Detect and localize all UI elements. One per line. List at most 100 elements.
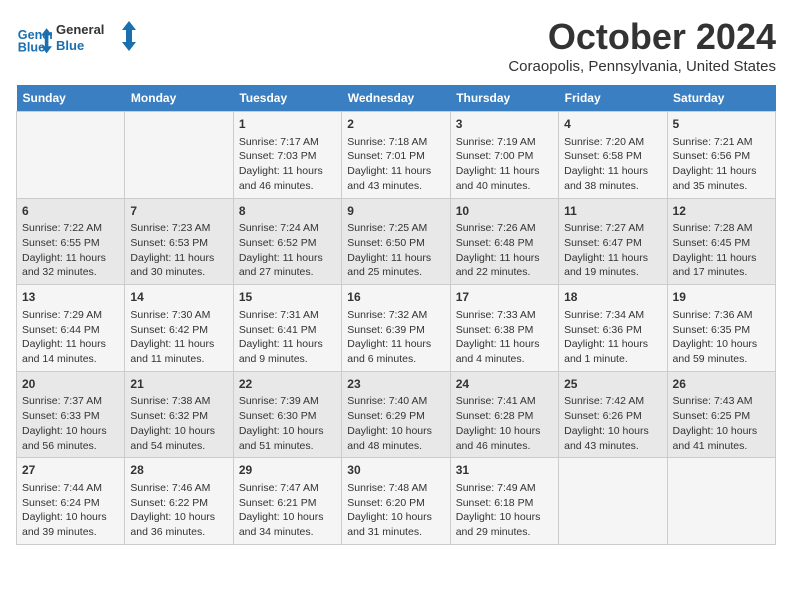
- day-info: Sunset: 6:20 PM: [347, 496, 444, 511]
- day-info: Sunrise: 7:30 AM: [130, 308, 227, 323]
- day-info: Sunset: 6:36 PM: [564, 323, 661, 338]
- calendar-cell: 26Sunrise: 7:43 AMSunset: 6:25 PMDayligh…: [667, 371, 775, 458]
- day-info: Sunset: 6:25 PM: [673, 409, 770, 424]
- calendar-cell: 30Sunrise: 7:48 AMSunset: 6:20 PMDayligh…: [342, 458, 450, 545]
- page-header: General Blue General Blue October 2024 C…: [16, 16, 776, 75]
- day-info: Daylight: 10 hours and 48 minutes.: [347, 424, 444, 453]
- day-info: Sunset: 6:38 PM: [456, 323, 553, 338]
- day-number: 25: [564, 376, 661, 393]
- day-info: Sunrise: 7:38 AM: [130, 394, 227, 409]
- day-number: 27: [22, 462, 119, 479]
- day-number: 29: [239, 462, 336, 479]
- day-info: Sunrise: 7:26 AM: [456, 221, 553, 236]
- day-number: 24: [456, 376, 553, 393]
- day-header: Tuesday: [233, 85, 341, 112]
- day-info: Sunrise: 7:47 AM: [239, 481, 336, 496]
- day-info: Sunrise: 7:39 AM: [239, 394, 336, 409]
- day-number: 2: [347, 116, 444, 133]
- calendar-cell: 19Sunrise: 7:36 AMSunset: 6:35 PMDayligh…: [667, 285, 775, 372]
- day-info: Daylight: 11 hours and 14 minutes.: [22, 337, 119, 366]
- calendar-cell: 27Sunrise: 7:44 AMSunset: 6:24 PMDayligh…: [17, 458, 125, 545]
- day-info: Daylight: 10 hours and 29 minutes.: [456, 510, 553, 539]
- day-number: 22: [239, 376, 336, 393]
- calendar-cell: [559, 458, 667, 545]
- day-info: Daylight: 10 hours and 39 minutes.: [22, 510, 119, 539]
- location-title: Coraopolis, Pennsylvania, United States: [508, 58, 776, 75]
- day-info: Sunset: 6:30 PM: [239, 409, 336, 424]
- day-info: Sunset: 6:32 PM: [130, 409, 227, 424]
- day-number: 6: [22, 203, 119, 220]
- calendar-week-row: 13Sunrise: 7:29 AMSunset: 6:44 PMDayligh…: [17, 285, 776, 372]
- calendar-cell: 2Sunrise: 7:18 AMSunset: 7:01 PMDaylight…: [342, 112, 450, 199]
- day-number: 10: [456, 203, 553, 220]
- day-number: 21: [130, 376, 227, 393]
- calendar-cell: 28Sunrise: 7:46 AMSunset: 6:22 PMDayligh…: [125, 458, 233, 545]
- day-info: Sunrise: 7:27 AM: [564, 221, 661, 236]
- day-info: Sunset: 7:00 PM: [456, 149, 553, 164]
- calendar-cell: 3 Sunrise: 7:19 AMSunset: 7:00 PMDaylight…: [450, 112, 558, 199]
- day-info: Sunrise: 7:22 AM: [22, 221, 119, 236]
- day-info: Sunset: 6:45 PM: [673, 236, 770, 251]
- title-area: October 2024 Coraopolis, Pennsylvania, U…: [508, 16, 776, 75]
- day-info: Daylight: 11 hours and 4 minutes.: [456, 337, 553, 366]
- day-number: 3: [456, 116, 553, 133]
- calendar-week-row: 6Sunrise: 7:22 AMSunset: 6:55 PMDaylight…: [17, 198, 776, 285]
- svg-text:General: General: [56, 22, 104, 37]
- day-number: 20: [22, 376, 119, 393]
- calendar-cell: 5Sunrise: 7:21 AMSunset: 6:56 PMDaylight…: [667, 112, 775, 199]
- day-info: Daylight: 10 hours and 31 minutes.: [347, 510, 444, 539]
- day-number: 9: [347, 203, 444, 220]
- calendar-header-row: SundayMondayTuesdayWednesdayThursdayFrid…: [17, 85, 776, 112]
- day-info: Sunset: 6:52 PM: [239, 236, 336, 251]
- day-info: Sunset: 6:39 PM: [347, 323, 444, 338]
- day-number: 13: [22, 289, 119, 306]
- calendar-cell: 21Sunrise: 7:38 AMSunset: 6:32 PMDayligh…: [125, 371, 233, 458]
- day-info: Daylight: 11 hours and 46 minutes.: [239, 164, 336, 193]
- calendar-cell: 29Sunrise: 7:47 AMSunset: 6:21 PMDayligh…: [233, 458, 341, 545]
- day-info: Daylight: 11 hours and 32 minutes.: [22, 251, 119, 280]
- day-number: 7: [130, 203, 227, 220]
- day-info: Sunset: 6:24 PM: [22, 496, 119, 511]
- day-info: Sunrise: 7:18 AM: [347, 135, 444, 150]
- day-number: 16: [347, 289, 444, 306]
- day-info: Daylight: 11 hours and 25 minutes.: [347, 251, 444, 280]
- calendar-cell: 1Sunrise: 7:17 AMSunset: 7:03 PMDaylight…: [233, 112, 341, 199]
- day-info: Sunset: 6:21 PM: [239, 496, 336, 511]
- day-info: Sunset: 6:55 PM: [22, 236, 119, 251]
- day-info: Sunset: 6:26 PM: [564, 409, 661, 424]
- day-header: Saturday: [667, 85, 775, 112]
- day-info: Sunrise: 7:40 AM: [347, 394, 444, 409]
- day-info: Daylight: 10 hours and 54 minutes.: [130, 424, 227, 453]
- day-number: 26: [673, 376, 770, 393]
- calendar-week-row: 20Sunrise: 7:37 AMSunset: 6:33 PMDayligh…: [17, 371, 776, 458]
- day-info: Sunset: 6:35 PM: [673, 323, 770, 338]
- day-info: Sunrise: 7:29 AM: [22, 308, 119, 323]
- day-info: Daylight: 10 hours and 36 minutes.: [130, 510, 227, 539]
- calendar-cell: [125, 112, 233, 199]
- day-info: Sunset: 6:48 PM: [456, 236, 553, 251]
- day-info: Daylight: 11 hours and 40 minutes.: [456, 164, 553, 193]
- day-info: Sunset: 6:53 PM: [130, 236, 227, 251]
- day-info: Daylight: 11 hours and 38 minutes.: [564, 164, 661, 193]
- day-info: Sunrise: 7:42 AM: [564, 394, 661, 409]
- day-info: Sunset: 6:22 PM: [130, 496, 227, 511]
- day-header: Friday: [559, 85, 667, 112]
- day-info: Sunrise: 7:20 AM: [564, 135, 661, 150]
- day-info: Daylight: 11 hours and 17 minutes.: [673, 251, 770, 280]
- calendar-cell: 8Sunrise: 7:24 AMSunset: 6:52 PMDaylight…: [233, 198, 341, 285]
- calendar-cell: 13Sunrise: 7:29 AMSunset: 6:44 PMDayligh…: [17, 285, 125, 372]
- day-info: Sunset: 6:28 PM: [456, 409, 553, 424]
- calendar-cell: 10Sunrise: 7:26 AMSunset: 6:48 PMDayligh…: [450, 198, 558, 285]
- day-info: Sunrise: 7:33 AM: [456, 308, 553, 323]
- calendar-cell: 22Sunrise: 7:39 AMSunset: 6:30 PMDayligh…: [233, 371, 341, 458]
- day-info: Sunrise: 7:36 AM: [673, 308, 770, 323]
- day-info: Sunrise: 7:49 AM: [456, 481, 553, 496]
- day-info: Sunrise: 7:19 AM: [456, 135, 553, 150]
- calendar-week-row: 1Sunrise: 7:17 AMSunset: 7:03 PMDaylight…: [17, 112, 776, 199]
- calendar-cell: 16Sunrise: 7:32 AMSunset: 6:39 PMDayligh…: [342, 285, 450, 372]
- day-info: Daylight: 11 hours and 1 minute.: [564, 337, 661, 366]
- calendar-cell: 15Sunrise: 7:31 AMSunset: 6:41 PMDayligh…: [233, 285, 341, 372]
- calendar-cell: [17, 112, 125, 199]
- calendar-cell: 31Sunrise: 7:49 AMSunset: 6:18 PMDayligh…: [450, 458, 558, 545]
- day-info: Sunrise: 7:37 AM: [22, 394, 119, 409]
